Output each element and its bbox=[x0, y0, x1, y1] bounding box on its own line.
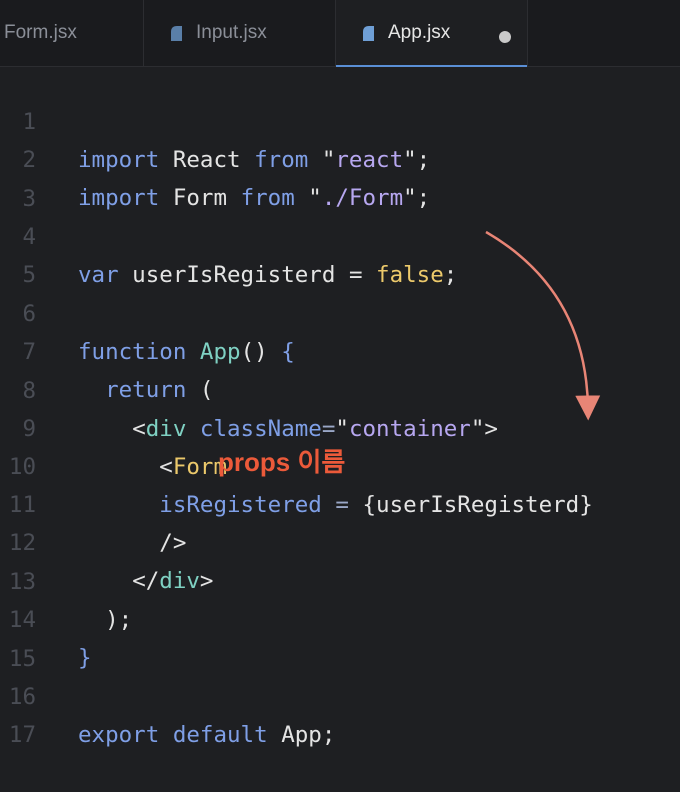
line-content: export default App; bbox=[78, 722, 336, 748]
annotation-label: props 이름 bbox=[218, 447, 346, 477]
annotation-arrow-icon bbox=[485, 230, 601, 421]
line-number: 17 bbox=[8, 722, 36, 748]
